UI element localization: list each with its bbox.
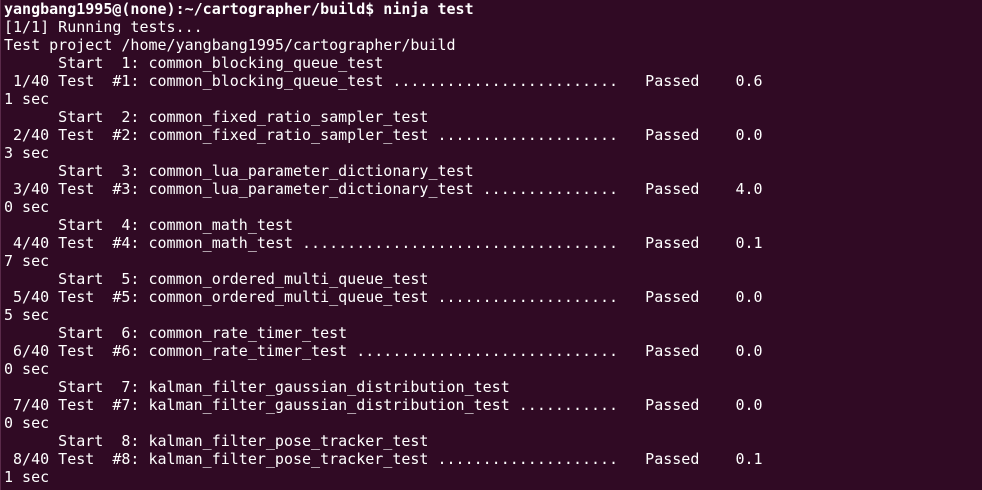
test-duration-line: 0 sec	[4, 360, 50, 378]
test-result-line: 1/40 Test #1: common_blocking_queue_test…	[4, 72, 763, 90]
test-start-line: Start 6: common_rate_timer_test	[4, 324, 348, 342]
window-border	[0, 0, 1, 490]
terminal-output-line: Test project /home/yangbang1995/cartogra…	[4, 36, 456, 54]
test-start-line: Start 8: kalman_filter_pose_tracker_test	[4, 432, 429, 450]
test-result-line: 6/40 Test #6: common_rate_timer_test ...…	[4, 342, 763, 360]
test-result-line: 4/40 Test #4: common_math_test .........…	[4, 234, 763, 252]
test-start-line: Start 1: common_blocking_queue_test	[4, 54, 384, 72]
terminal-prompt-line: yangbang1995@(none):~/cartographer/build…	[4, 0, 474, 18]
test-result-line: 7/40 Test #7: kalman_filter_gaussian_dis…	[4, 396, 763, 414]
test-duration-line: 7 sec	[4, 252, 50, 270]
terminal-window[interactable]: yangbang1995@(none):~/cartographer/build…	[0, 0, 982, 490]
test-duration-line: 5 sec	[4, 306, 50, 324]
test-start-line: Start 4: common_math_test	[4, 216, 293, 234]
test-start-line: Start 5: common_ordered_multi_queue_test	[4, 270, 429, 288]
test-duration-line: 0 sec	[4, 198, 50, 216]
test-result-line: 8/40 Test #8: kalman_filter_pose_tracker…	[4, 450, 763, 468]
test-start-line: Start 3: common_lua_parameter_dictionary…	[4, 162, 474, 180]
test-result-line: 2/40 Test #2: common_fixed_ratio_sampler…	[4, 126, 763, 144]
test-duration-line: 1 sec	[4, 468, 50, 486]
test-duration-line: 1 sec	[4, 90, 50, 108]
test-result-line: 3/40 Test #3: common_lua_parameter_dicti…	[4, 180, 763, 198]
test-start-line: Start 7: kalman_filter_gaussian_distribu…	[4, 378, 510, 396]
test-start-line: Start 2: common_fixed_ratio_sampler_test	[4, 108, 429, 126]
terminal-output-line: [1/1] Running tests...	[4, 18, 203, 36]
test-duration-line: 3 sec	[4, 144, 50, 162]
test-result-line: 5/40 Test #5: common_ordered_multi_queue…	[4, 288, 763, 306]
test-duration-line: 0 sec	[4, 414, 50, 432]
